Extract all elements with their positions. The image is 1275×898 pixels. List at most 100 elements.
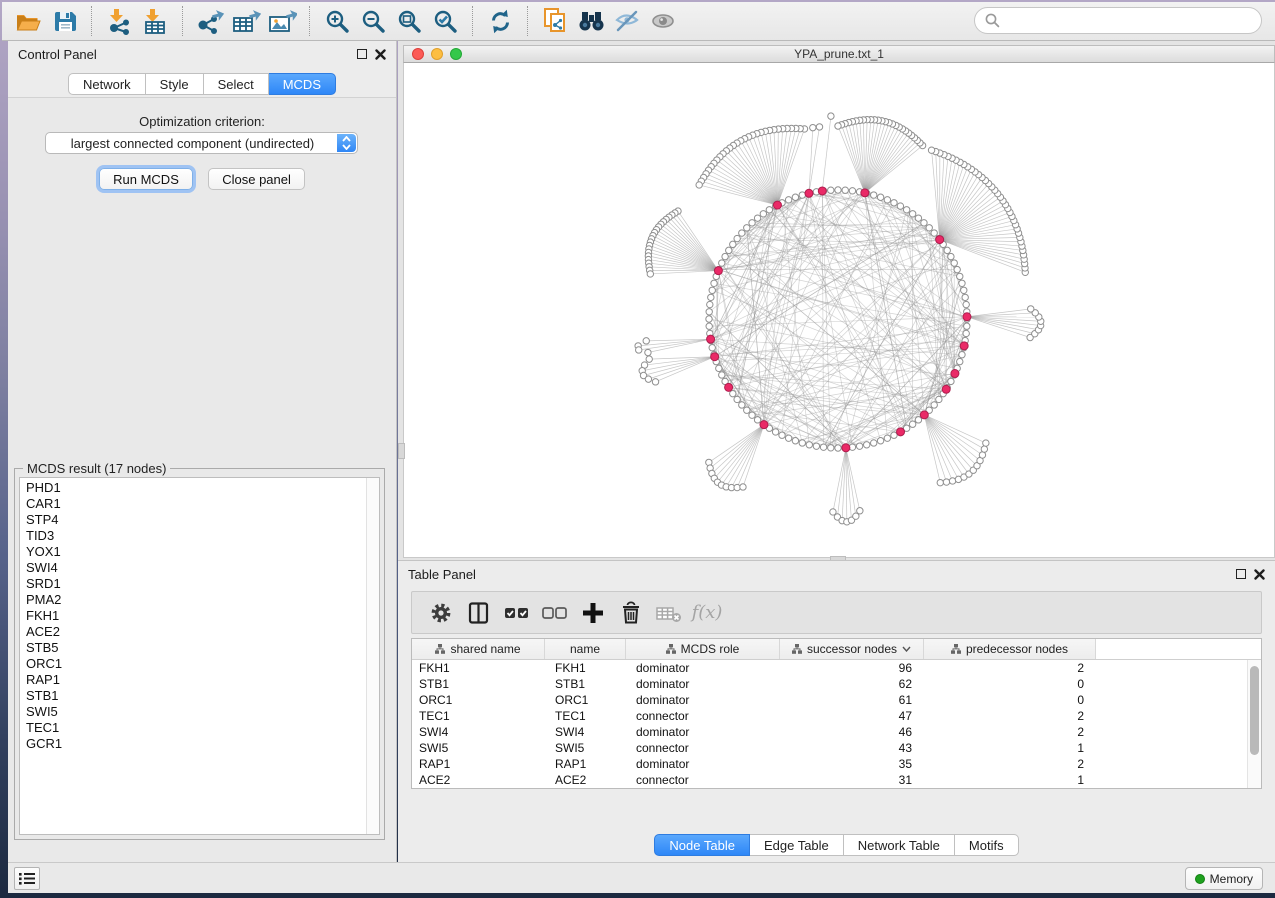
mcds-result-item[interactable]: STB5 [20,640,365,656]
table-cell: connector [626,788,780,789]
columns-icon[interactable] [462,596,496,630]
column-type-icon [435,644,445,654]
task-history-icon[interactable] [14,867,40,890]
table-row[interactable]: STB1STB1dominator620 [412,676,1261,692]
mcds-result-item[interactable]: SWI5 [20,704,365,720]
export-network-icon[interactable] [192,5,228,37]
table-cell: ORC1 [412,692,545,708]
deselect-all-icon[interactable] [538,596,572,630]
tab-network-table[interactable]: Network Table [844,834,955,856]
mcds-result-item[interactable]: SWI4 [20,560,365,576]
table-cell: SWI4 [545,724,626,740]
column-header-name[interactable]: name [545,639,626,659]
mcds-result-item[interactable]: SRD1 [20,576,365,592]
mcds-result-item[interactable]: ORC1 [20,656,365,672]
table-cell: 61 [780,692,924,708]
save-session-icon[interactable] [46,5,82,37]
main-toolbar [2,2,1275,41]
mcds-result-item[interactable]: PMA2 [20,592,365,608]
memory-button[interactable]: Memory [1185,867,1263,890]
mcds-result-item[interactable]: TID3 [20,528,365,544]
window-zoom-icon[interactable] [450,48,462,60]
zoom-selected-icon[interactable] [427,5,463,37]
search-binoculars-icon[interactable] [573,5,609,37]
mcds-result-item[interactable]: RAP1 [20,672,365,688]
float-panel-icon[interactable] [1236,569,1246,579]
status-bar: Memory [8,862,1275,893]
table-cell: STB1 [545,676,626,692]
table-row[interactable]: RAP1RAP1dominator352 [412,756,1261,772]
tab-style[interactable]: Style [146,73,204,95]
mcds-list-scrollbar[interactable] [366,478,379,834]
delete-icon[interactable] [614,596,648,630]
tab-edge-table[interactable]: Edge Table [750,834,844,856]
network-canvas[interactable] [403,63,1275,558]
table-cell: connector [626,708,780,724]
table-row[interactable]: ACE2ACE2connector311 [412,772,1261,788]
export-image-icon[interactable] [264,5,300,37]
node-table[interactable]: shared namename MCDS role successor nodesp… [411,638,1262,789]
import-network-icon[interactable] [101,5,137,37]
table-scrollbar[interactable] [1247,660,1261,788]
mcds-result-item[interactable]: CAR1 [20,496,365,512]
refresh-layout-icon[interactable] [482,5,518,37]
mcds-result-item[interactable]: ACE2 [20,624,365,640]
column-header-predecessor-nodes[interactable]: predecessor nodes [924,639,1096,659]
control-panel-tabs: NetworkStyleSelectMCDS [8,73,396,95]
run-mcds-button[interactable]: Run MCDS [99,168,193,190]
mcds-result-list[interactable]: PHD1CAR1STP4TID3YOX1SWI4SRD1PMA2FKH1ACE2… [19,477,380,835]
tab-mcds[interactable]: MCDS [269,73,336,95]
mcds-result-groupbox: MCDS result (17 nodes) PHD1CAR1STP4TID3Y… [14,468,385,840]
tab-network[interactable]: Network [68,73,146,95]
float-panel-icon[interactable] [357,49,367,59]
table-row[interactable]: YOX1YOX1connector291 [412,788,1261,789]
mcds-result-item[interactable]: YOX1 [20,544,365,560]
mcds-result-item[interactable]: PHD1 [20,480,365,496]
select-all-icon[interactable] [500,596,534,630]
close-panel-button[interactable]: Close panel [208,168,305,190]
hide-selected-icon[interactable] [609,5,645,37]
search-input[interactable] [974,7,1262,34]
tab-motifs[interactable]: Motifs [955,834,1019,856]
zoom-fit-icon[interactable] [391,5,427,37]
zoom-out-icon[interactable] [355,5,391,37]
add-column-icon[interactable] [576,596,610,630]
table-cell: SWI5 [412,740,545,756]
vertical-splitter-handle[interactable] [398,443,405,459]
gear-icon[interactable] [424,596,458,630]
table-row[interactable]: SWI5SWI5connector431 [412,740,1261,756]
table-row[interactable]: ORC1ORC1dominator610 [412,692,1261,708]
table-row[interactable]: TEC1TEC1connector472 [412,708,1261,724]
close-panel-icon[interactable] [375,49,386,60]
mcds-result-item[interactable]: STP4 [20,512,365,528]
optimization-criterion-select[interactable]: largest connected component (undirected) [45,132,358,154]
export-table-icon[interactable] [228,5,264,37]
window-close-icon[interactable] [412,48,424,60]
table-row[interactable]: SWI4SWI4dominator462 [412,724,1261,740]
mcds-result-item[interactable]: FKH1 [20,608,365,624]
close-panel-icon[interactable] [1254,569,1265,580]
column-header-shared-name[interactable]: shared name [412,639,545,659]
tab-node-table[interactable]: Node Table [654,834,750,856]
copy-style-icon[interactable] [537,5,573,37]
table-row[interactable]: FKH1FKH1dominator962 [412,660,1261,676]
column-header-MCDS-role[interactable]: MCDS role [626,639,780,659]
tab-select[interactable]: Select [204,73,269,95]
node-table-header: shared namename MCDS role successor nodesp… [412,639,1261,660]
table-cell: 2 [924,708,1096,724]
network-window-titlebar[interactable]: YPA_prune.txt_1 [403,45,1275,63]
mcds-result-item[interactable]: TEC1 [20,720,365,736]
open-file-icon[interactable] [10,5,46,37]
toolbar-separator [182,6,183,36]
table-cell: 1 [924,740,1096,756]
table-scrollbar-thumb[interactable] [1250,666,1259,755]
import-table-icon[interactable] [137,5,173,37]
show-all-icon[interactable] [645,5,681,37]
column-header-successor-nodes[interactable]: successor nodes [780,639,924,659]
window-minimize-icon[interactable] [431,48,443,60]
mcds-result-item[interactable]: GCR1 [20,736,365,752]
table-cell: 2 [924,660,1096,676]
mcds-result-item[interactable]: STB1 [20,688,365,704]
zoom-in-icon[interactable] [319,5,355,37]
column-header-label: MCDS role [681,642,740,656]
